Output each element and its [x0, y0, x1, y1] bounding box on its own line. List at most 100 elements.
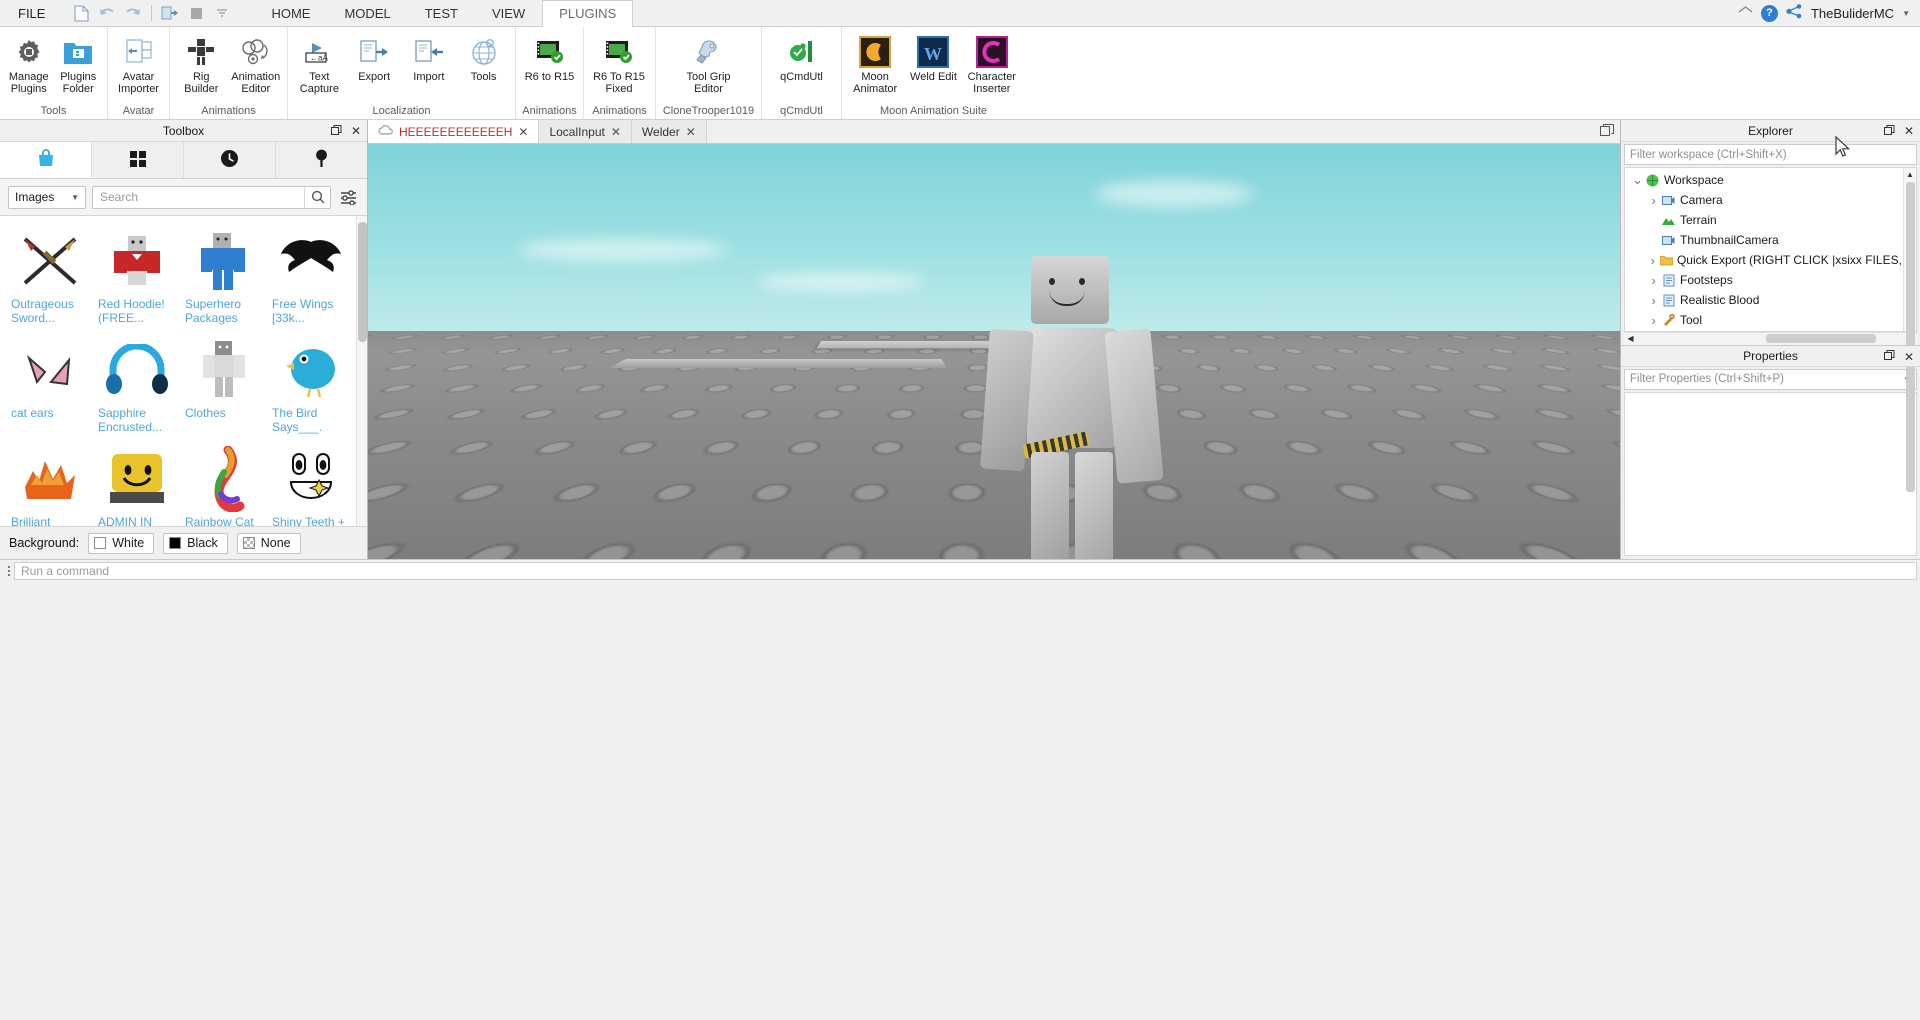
ribbon-tab-home[interactable]: HOME	[254, 0, 327, 27]
undo-icon[interactable]	[97, 3, 117, 23]
editor-tab-localinput[interactable]: LocalInput ✕	[539, 120, 632, 143]
chevron-right-icon[interactable]: ›	[1647, 193, 1660, 208]
localization-tools-button[interactable]: Tools	[456, 31, 511, 101]
export-icon[interactable]	[160, 3, 180, 23]
ribbon-tab-plugins[interactable]: PLUGINS	[542, 0, 634, 27]
explorer-restore-icon[interactable]	[1883, 124, 1895, 138]
text-capture-button[interactable]: ←aA Text Capture	[292, 31, 347, 101]
rig-builder-button[interactable]: Rig Builder	[174, 31, 229, 101]
toolbox-item[interactable]: Outrageous Sword...	[6, 220, 93, 329]
close-icon[interactable]: ✕	[611, 125, 621, 139]
toolbox-item[interactable]: Red Hoodie! (FREE...	[93, 220, 180, 329]
explorer-horizontal-scrollbar[interactable]: ◀ ▶	[1624, 331, 1917, 345]
explorer-tree-item[interactable]: ThumbnailCamera	[1625, 230, 1903, 250]
toolbox-tab-pinned[interactable]	[276, 142, 367, 178]
chevron-right-icon[interactable]: ›	[1647, 273, 1660, 288]
toolbox-search-input[interactable]: Search	[92, 185, 331, 209]
localization-import-button[interactable]: Import	[402, 31, 457, 101]
file-menu-button[interactable]: FILE	[0, 0, 63, 26]
toolbox-tab-marketplace[interactable]	[92, 142, 184, 178]
background-white-button[interactable]: White	[88, 532, 155, 554]
r6-to-r15-button[interactable]: R6 to R15	[520, 31, 579, 101]
toolbox-item[interactable]: Superhero Packages	[180, 220, 267, 329]
help-icon[interactable]: ?	[1760, 4, 1778, 22]
search-icon[interactable]	[304, 186, 330, 208]
toolbox-item[interactable]: Shiny Teeth + Golden...	[267, 438, 354, 526]
command-bar-input[interactable]: Run a command	[14, 561, 1917, 580]
toolbox-scrollbar-thumb[interactable]	[358, 222, 367, 342]
share-icon[interactable]	[1786, 4, 1803, 22]
chevron-down-icon[interactable]: ▼	[1902, 9, 1910, 18]
toolbox-close-icon[interactable]: ✕	[351, 125, 361, 137]
chevron-right-icon[interactable]: ›	[1647, 313, 1660, 328]
explorer-tree-item[interactable]: › Realistic Blood	[1625, 290, 1903, 310]
toolbox-tab-recent[interactable]	[184, 142, 276, 178]
explorer-tree-item[interactable]: ⌄ Workspace	[1625, 170, 1903, 190]
toolbox-item[interactable]: Brilliant Bombtasti...	[6, 438, 93, 526]
scroll-up-icon[interactable]: ▲	[1906, 168, 1914, 181]
explorer-tree-item[interactable]: › Quick Export (RIGHT CLICK |xsixx FILES,…	[1625, 250, 1903, 270]
explorer-tree[interactable]: ⌄ Workspace › Camera Terrain ThumbnailCamera ›…	[1625, 168, 1903, 331]
close-icon[interactable]: ✕	[686, 125, 696, 139]
toolbox-item[interactable]: Free Wings [33k...	[267, 220, 354, 329]
command-bar-grip-icon[interactable]	[4, 565, 14, 576]
background-black-button[interactable]: Black	[163, 532, 228, 554]
explorer-tree-item[interactable]: Terrain	[1625, 210, 1903, 230]
stop-icon[interactable]	[186, 3, 206, 23]
toolbox-scrollbar[interactable]	[356, 216, 367, 526]
r6-to-r15-fixed-button[interactable]: R6 To R15 Fixed	[588, 31, 650, 101]
chevron-right-icon[interactable]: ›	[1647, 253, 1659, 268]
ribbon-tab-test[interactable]: TEST	[408, 0, 475, 27]
qcmdutl-button[interactable]: qCmdUtl	[771, 31, 833, 101]
explorer-filter-input[interactable]: Filter workspace (Ctrl+Shift+X)	[1624, 144, 1917, 165]
properties-restore-icon[interactable]	[1883, 350, 1895, 363]
toolbox-item[interactable]: ADMIN IN THE GROU...	[93, 438, 180, 526]
explorer-hscroll-thumb[interactable]	[1765, 334, 1876, 343]
toolbox-item[interactable]: Rainbow Cat Tail	[180, 438, 267, 526]
toolbox-tab-inventory[interactable]	[0, 142, 92, 178]
explorer-vertical-scrollbar[interactable]: ▲ ▼	[1903, 168, 1916, 492]
3d-viewport[interactable]	[368, 144, 1620, 559]
background-none-button[interactable]: None	[236, 532, 301, 554]
toolbox-item[interactable]: The Bird Says___.	[267, 329, 354, 438]
close-icon[interactable]: ✕	[518, 125, 528, 139]
properties-close-icon[interactable]: ✕	[1904, 351, 1914, 363]
toolbox-item[interactable]: Sapphire Encrusted...	[93, 329, 180, 438]
properties-filter-input[interactable]: Filter Properties (Ctrl+Shift+P) ▼	[1624, 368, 1917, 390]
avatar-importer-button[interactable]: Avatar Importer	[112, 31, 165, 101]
ribbon-tab-view[interactable]: VIEW	[475, 0, 542, 27]
chevron-down-icon[interactable]: ⌄	[1631, 173, 1644, 186]
toolbox-restore-icon[interactable]	[330, 124, 342, 138]
toolbox-item[interactable]: cat ears	[6, 329, 93, 438]
chevron-right-icon[interactable]: ›	[1647, 293, 1660, 308]
ribbon-tab-model[interactable]: MODEL	[327, 0, 407, 27]
ribbon-group-label-animations-1: Animations	[201, 105, 256, 117]
redo-icon[interactable]	[123, 3, 143, 23]
customize-icon[interactable]	[212, 3, 232, 23]
home-icon[interactable]	[1738, 5, 1753, 21]
explorer-scrollbar-thumb[interactable]	[1906, 182, 1915, 492]
maximize-viewport-icon[interactable]	[1600, 123, 1614, 140]
animation-editor-button[interactable]: Animation Editor	[229, 31, 284, 101]
user-name-label[interactable]: TheBuliderMC	[1811, 6, 1894, 21]
character-inserter-button[interactable]: Character Inserter	[963, 31, 1021, 101]
toolbox-filter-icon[interactable]	[337, 189, 359, 205]
toolbox-category-dropdown[interactable]: Images ▼	[8, 185, 86, 209]
tool-grip-editor-button[interactable]: Tool Grip Editor	[672, 31, 746, 101]
editor-tab-welder[interactable]: Welder ✕	[631, 120, 707, 143]
explorer-tree-item[interactable]: › Footsteps	[1625, 270, 1903, 290]
new-file-icon[interactable]	[71, 3, 91, 23]
scroll-left-icon[interactable]: ◀	[1624, 334, 1637, 343]
explorer-tree-item[interactable]: ›Backup	[1625, 330, 1903, 331]
localization-export-button[interactable]: Export	[347, 31, 402, 101]
explorer-tree-item[interactable]: › Camera	[1625, 190, 1903, 210]
moon-animator-button[interactable]: Moon Animator	[846, 31, 904, 101]
manage-plugins-button[interactable]: Manage Plugins	[4, 31, 54, 101]
weld-edit-button[interactable]: W Weld Edit	[904, 31, 962, 101]
editor-tab-heeeeeeeeeeeeh[interactable]: HEEEEEEEEEEEEH ✕	[368, 120, 540, 143]
explorer-close-icon[interactable]: ✕	[1904, 125, 1914, 137]
explorer-item-label: ThumbnailCamera	[1680, 233, 1779, 247]
explorer-tree-item[interactable]: › Tool	[1625, 310, 1903, 330]
plugins-folder-button[interactable]: Plugins Folder	[54, 31, 104, 101]
toolbox-item[interactable]: Clothes	[180, 329, 267, 438]
